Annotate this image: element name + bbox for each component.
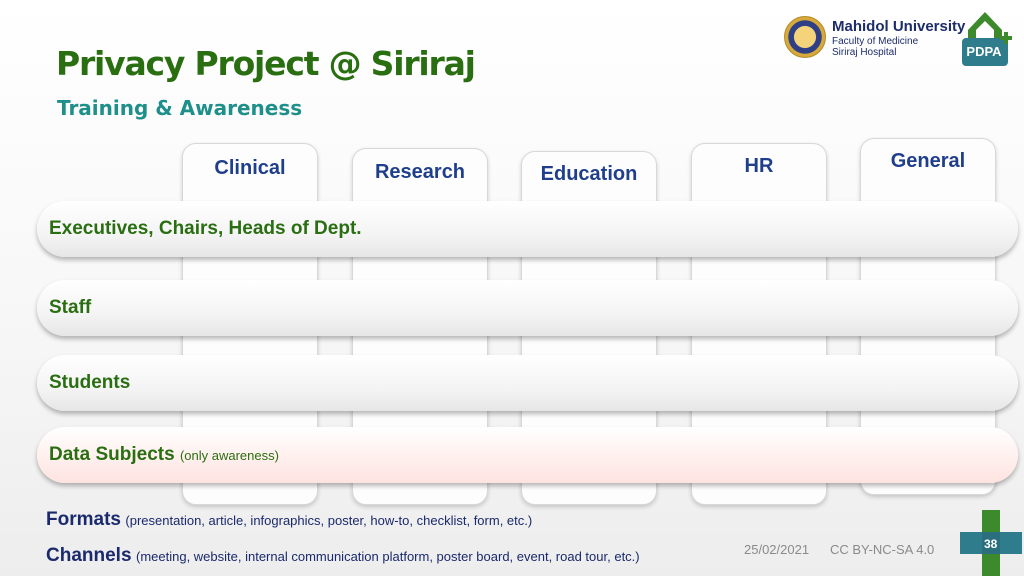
row-label-text: Data Subjects <box>49 444 175 465</box>
mahidol-logo: Mahidol University Faculty of Medicine S… <box>784 14 965 64</box>
page-subtitle: Training & Awareness <box>57 96 303 120</box>
house-icon <box>962 12 1012 66</box>
channels-detail: (meeting, website, internal communicatio… <box>135 549 640 564</box>
footer-license: CC BY-NC-SA 4.0 <box>830 542 935 557</box>
row-executives: Executives, Chairs, Heads of Dept. <box>37 201 1018 257</box>
page-number: 38 <box>984 537 998 551</box>
row-data-subjects: Data Subjects (only awareness) <box>37 427 1018 483</box>
plus-cross-icon: 38 <box>960 510 1022 576</box>
row-label: Data Subjects (only awareness) <box>49 444 279 466</box>
column-label: Education <box>540 163 638 185</box>
university-name: Mahidol University <box>832 18 966 35</box>
row-staff: Staff <box>37 280 1018 336</box>
row-students: Students <box>37 355 1018 411</box>
formats-line: Formats (presentation, article, infograp… <box>46 509 532 531</box>
row-label: Executives, Chairs, Heads of Dept. <box>49 218 362 239</box>
column-label: HR <box>744 155 774 177</box>
row-note: (only awareness) <box>179 448 279 463</box>
column-label: Clinical <box>214 157 286 179</box>
channels-label: Channels <box>46 545 132 566</box>
university-seal-icon <box>784 16 826 58</box>
column-label: General <box>890 150 966 172</box>
column-label: Research <box>374 161 466 183</box>
faculty-name: Faculty of Medicine <box>832 36 919 47</box>
row-label: Students <box>49 372 131 393</box>
channels-line: Channels (meeting, website, internal com… <box>46 545 640 567</box>
formats-detail: (presentation, article, infographics, po… <box>125 513 533 528</box>
footer-date: 25/02/2021 <box>744 542 810 557</box>
page-title: Privacy Project @ Siriraj <box>56 44 476 83</box>
pdpa-label: PDPA <box>966 44 1002 59</box>
pdpa-logo: PDPA <box>960 8 1016 70</box>
formats-label: Formats <box>46 509 121 530</box>
hospital-name: Siriraj Hospital <box>832 47 897 58</box>
row-label: Staff <box>49 297 92 318</box>
